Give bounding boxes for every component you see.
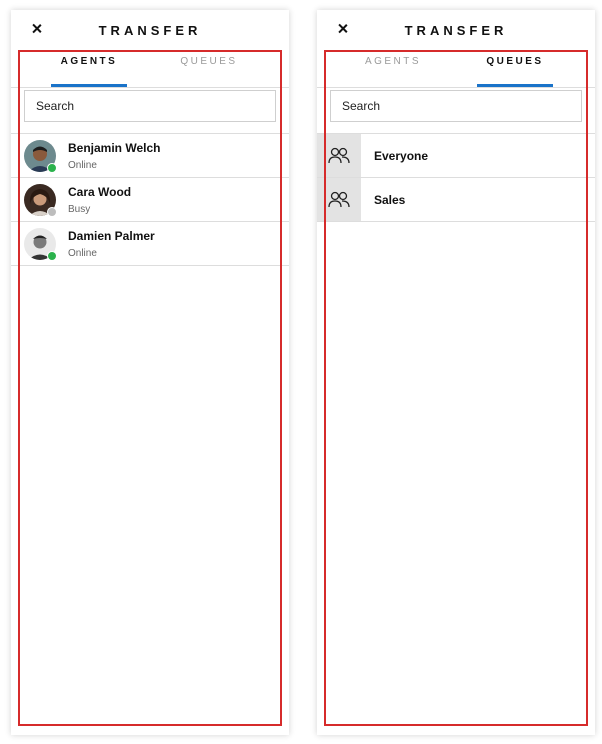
agent-row-benjamin-welch[interactable]: Benjamin Welch Online <box>11 134 289 178</box>
transfer-panel-queues: TRANSFER AGENTS QUEUES Everyone <box>317 10 595 735</box>
panel-title: TRANSFER <box>98 23 202 38</box>
agent-name: Damien Palmer <box>68 229 155 243</box>
agent-status: Busy <box>68 204 91 215</box>
transfer-panel-agents: TRANSFER AGENTS QUEUES Benjamin Welch On… <box>11 10 289 735</box>
agent-row-damien-palmer[interactable]: Damien Palmer Online <box>11 222 289 266</box>
tab-bar: AGENTS QUEUES <box>11 54 289 88</box>
agent-status: Online <box>68 160 97 171</box>
queue-name: Sales <box>374 193 406 207</box>
avatar <box>24 228 57 261</box>
queue-row-everyone[interactable]: Everyone <box>317 134 595 178</box>
panel-header: TRANSFER <box>11 10 289 50</box>
queue-row-sales[interactable]: Sales <box>317 178 595 222</box>
agent-name: Benjamin Welch <box>68 141 161 155</box>
group-icon <box>317 134 361 177</box>
agent-row-cara-wood[interactable]: Cara Wood Busy <box>11 178 289 222</box>
panel-header: TRANSFER <box>317 10 595 50</box>
tab-agents[interactable]: AGENTS <box>51 54 127 87</box>
tab-bar: AGENTS QUEUES <box>317 54 595 88</box>
agent-list: Benjamin Welch Online Cara Wood Busy Dam… <box>11 133 289 266</box>
group-icon <box>317 178 361 221</box>
online-status-icon <box>47 163 57 173</box>
avatar <box>24 140 57 173</box>
panel-title: TRANSFER <box>404 23 508 38</box>
tab-queues[interactable]: QUEUES <box>171 54 247 87</box>
search-input[interactable] <box>24 90 276 122</box>
queue-name: Everyone <box>374 149 429 163</box>
search-input[interactable] <box>330 90 582 122</box>
agent-status: Online <box>68 248 97 259</box>
agent-name: Cara Wood <box>68 185 132 199</box>
busy-status-icon <box>47 207 57 217</box>
avatar <box>24 184 57 217</box>
tab-queues[interactable]: QUEUES <box>477 54 553 87</box>
queue-list: Everyone Sales <box>317 133 595 222</box>
tab-agents[interactable]: AGENTS <box>355 54 431 87</box>
online-status-icon <box>47 251 57 261</box>
